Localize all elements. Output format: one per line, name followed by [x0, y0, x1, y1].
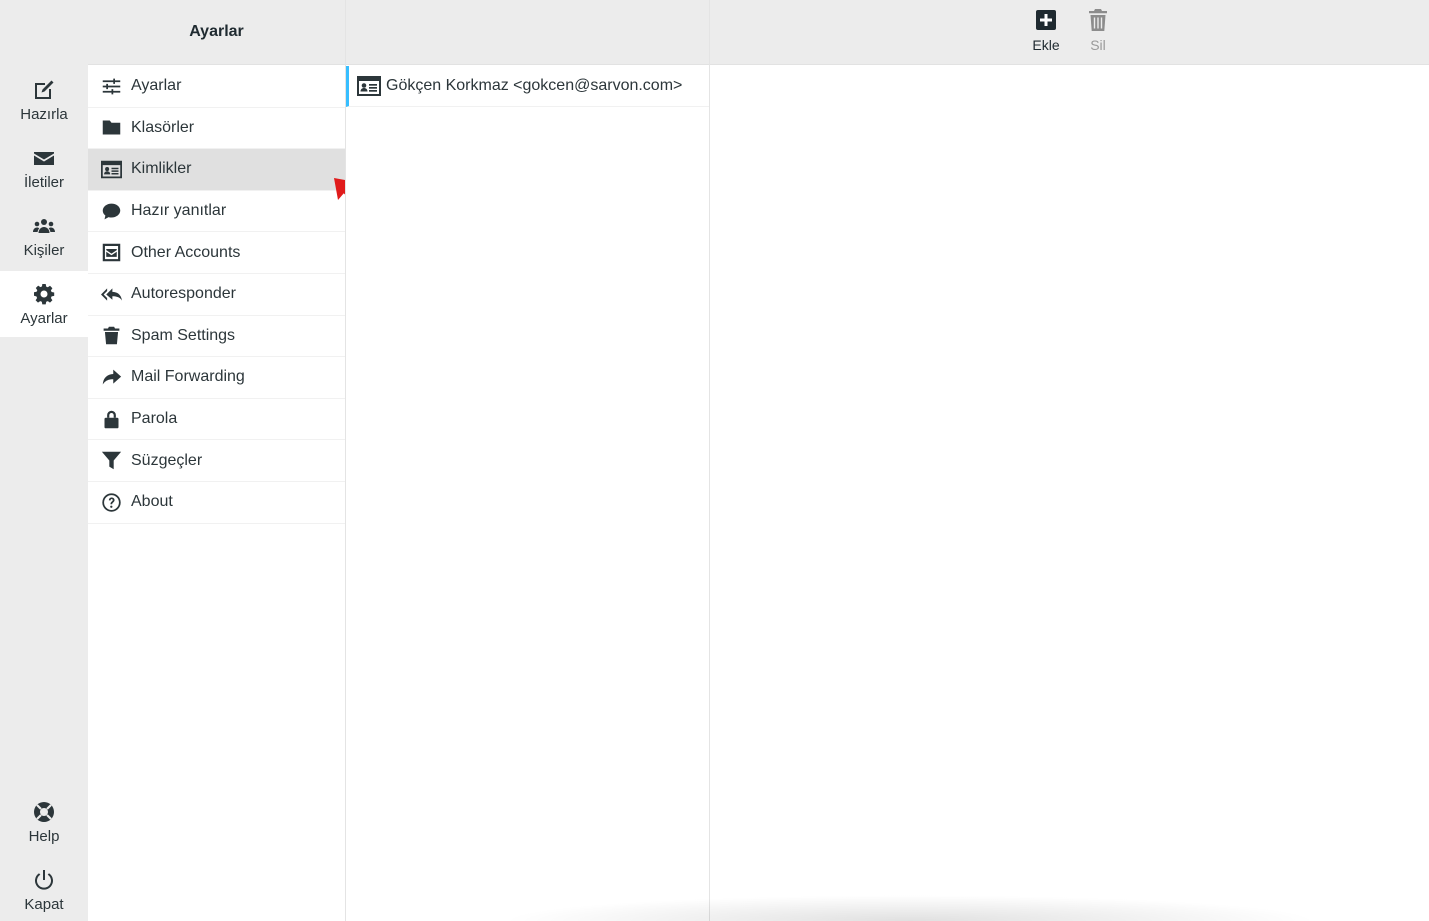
menu-item-spam-settings[interactable]: Spam Settings: [88, 316, 345, 358]
identities-list-header: [346, 0, 709, 65]
add-label: Ekle: [1032, 37, 1060, 53]
content-frame: Ekle Sil: [710, 0, 1429, 921]
trash-icon: [103, 327, 119, 345]
settings-menu-list: Ayarlar Klasörler Kimlikler Hazır yanıtl…: [88, 66, 345, 524]
compose-icon: [35, 80, 54, 99]
menu-item-label: Spam Settings: [131, 326, 236, 344]
menu-item-label: Autoresponder: [131, 285, 236, 303]
menu-item-label: About: [131, 493, 173, 511]
messages-button[interactable]: İletiler: [0, 135, 88, 201]
menu-item-folders[interactable]: Klasörler: [88, 108, 345, 150]
logout-button[interactable]: Kapat: [0, 857, 88, 921]
menu-item-label: Mail Forwarding: [131, 368, 245, 386]
id-card-icon: [100, 160, 122, 179]
reply-all-icon: [100, 288, 122, 301]
folder-icon: [102, 120, 120, 135]
envelope-icon: [34, 151, 54, 165]
contacts-label: Kişiler: [23, 241, 65, 259]
menu-item-about[interactable]: About: [88, 482, 345, 524]
power-icon: [35, 869, 53, 890]
identity-label: Gökçen Korkmaz <gokcen@sarvon.com>: [386, 77, 683, 94]
lifebuoy-icon: [34, 801, 54, 822]
share-arrow-icon: [102, 369, 121, 385]
envelope-square-icon: [102, 243, 120, 262]
plus-square-icon: [1036, 10, 1056, 30]
contacts-button[interactable]: Kişiler: [0, 203, 88, 269]
toolbar: Ekle Sil: [710, 0, 1429, 65]
task-navigation: Hazırla İletiler Kişiler Ayarlar Help Ka…: [0, 0, 88, 921]
menu-item-password[interactable]: Parola: [88, 399, 345, 441]
settings-menu-header: Ayarlar: [88, 0, 345, 65]
menu-item-label: Hazır yanıtlar: [131, 202, 227, 220]
menu-item-mail-forwarding[interactable]: Mail Forwarding: [88, 357, 345, 399]
settings-label: Ayarlar: [20, 309, 68, 327]
menu-item-label: Kimlikler: [131, 160, 192, 178]
delete-button[interactable]: Sil: [1073, 8, 1123, 58]
compose-label: Hazırla: [20, 105, 68, 123]
menu-item-label: Parola: [131, 410, 178, 428]
menu-item-responses[interactable]: Hazır yanıtlar: [88, 191, 345, 233]
id-card-icon: [357, 76, 381, 96]
add-button[interactable]: Ekle: [1021, 8, 1071, 58]
logout-label: Kapat: [24, 895, 64, 913]
trash-icon: [1089, 9, 1107, 31]
speech-bubble-icon: [102, 203, 120, 219]
gear-icon: [34, 283, 55, 304]
menu-item-label: Süzgeçler: [131, 451, 203, 469]
menu-item-identities[interactable]: Kimlikler: [88, 149, 345, 191]
help-button[interactable]: Help: [0, 789, 88, 855]
help-label: Help: [28, 827, 60, 845]
menu-item-label: Klasörler: [131, 118, 195, 136]
sliders-icon: [102, 78, 120, 95]
question-circle-icon: [101, 493, 121, 512]
menu-item-label: Other Accounts: [131, 243, 241, 261]
menu-item-filters[interactable]: Süzgeçler: [88, 440, 345, 482]
messages-label: İletiler: [23, 173, 64, 191]
contacts-icon: [33, 218, 55, 233]
compose-button[interactable]: Hazırla: [0, 67, 88, 133]
settings-button[interactable]: Ayarlar: [0, 271, 88, 337]
identity-row[interactable]: Gökçen Korkmaz <gokcen@sarvon.com>: [346, 66, 709, 107]
menu-item-autoresponder[interactable]: Autoresponder: [88, 274, 345, 316]
menu-item-preferences[interactable]: Ayarlar: [88, 66, 345, 108]
filter-icon: [101, 451, 121, 470]
lock-icon: [104, 410, 118, 428]
menu-item-other-accounts[interactable]: Other Accounts: [88, 232, 345, 274]
settings-menu: Ayarlar Ayarlar Klasörler Kimlikler Hazı…: [88, 0, 367, 921]
delete-label: Sil: [1090, 37, 1106, 53]
identities-list: Gökçen Korkmaz <gokcen@sarvon.com>: [345, 0, 710, 921]
menu-item-label: Ayarlar: [131, 77, 182, 95]
